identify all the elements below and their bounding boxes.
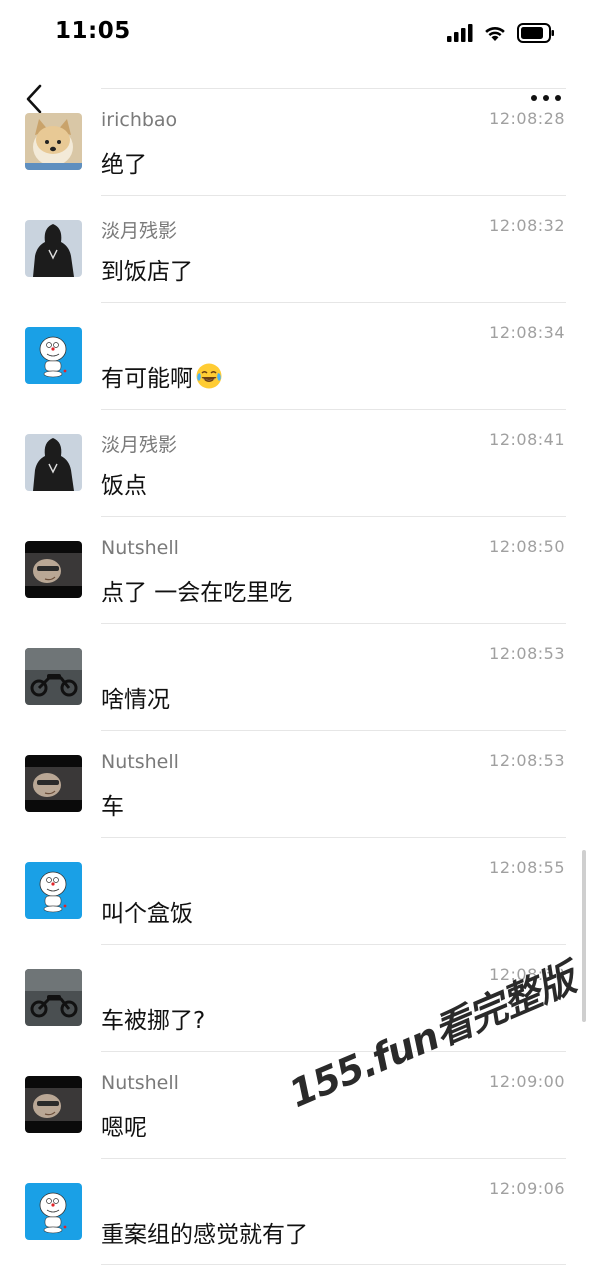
message-text: 重案组的感觉就有了 [101, 1222, 308, 1248]
divider [101, 1158, 566, 1159]
message-text: 啥情况 [101, 687, 170, 713]
message-time: 12:09:00 [489, 1072, 565, 1091]
laughing-tears-emoji-icon [195, 362, 223, 396]
message-text: 嗯呢 [101, 1115, 147, 1141]
avatar-doraemon[interactable] [25, 327, 82, 384]
message-time: 12:08:34 [489, 323, 565, 342]
avatar-shiba-dog[interactable] [25, 113, 82, 170]
message-time: 12:09:06 [489, 1179, 565, 1198]
avatar-motorcycle[interactable] [25, 969, 82, 1026]
sender-name: 淡月残影 [101, 220, 178, 242]
avatar-doraemon[interactable] [25, 862, 82, 919]
divider [101, 837, 566, 838]
message-time: 12:08:53 [489, 644, 565, 663]
divider [101, 730, 566, 731]
message-row[interactable]: 12:08:34 有可能啊 [0, 302, 591, 409]
divider [101, 1264, 566, 1265]
message-text: 车被挪了? [101, 1008, 206, 1034]
message-text: 饭点 [101, 473, 147, 499]
message-content: 有可能啊 [101, 359, 223, 396]
message-row[interactable]: Nutshell 12:08:53 车 [0, 730, 591, 837]
status-bar: 11:05 [0, 0, 591, 66]
avatar-face-dark[interactable] [25, 1076, 82, 1133]
message-text: 车 [101, 794, 124, 820]
message-time: 12:08:32 [489, 216, 565, 235]
message-time: 12:08:53 [489, 751, 565, 770]
message-row[interactable]: irichbao 12:08:28 绝了 [0, 88, 591, 195]
sender-name: Nutshell [101, 537, 179, 559]
message-time: 12:08:55 [489, 858, 565, 877]
message-text: 有可能啊 [101, 366, 193, 392]
scrollbar[interactable] [582, 850, 586, 1022]
message-text: 绝了 [101, 152, 147, 178]
message-time: 12:08:41 [489, 430, 565, 449]
sender-name: irichbao [101, 109, 178, 131]
divider [101, 409, 566, 410]
message-row[interactable]: 12:08:55 叫个盒饭 [0, 837, 591, 944]
message-row[interactable]: Nutshell 12:08:50 点了 一会在吃里吃 [0, 516, 591, 623]
avatar-face-dark[interactable] [25, 755, 82, 812]
status-time: 11:05 [55, 18, 131, 44]
message-time: 12:08:28 [489, 109, 565, 128]
message-row[interactable]: 12:08:53 啥情况 [0, 623, 591, 730]
avatar-face-dark[interactable] [25, 541, 82, 598]
message-row[interactable]: 12:09:06 重案组的感觉就有了 [0, 1158, 591, 1265]
divider [101, 195, 566, 196]
divider [101, 88, 566, 89]
status-icons [447, 22, 555, 44]
avatar-doraemon[interactable] [25, 1183, 82, 1240]
avatar-hooded-figure[interactable] [25, 220, 82, 277]
battery-icon [517, 23, 554, 43]
sender-name: Nutshell [101, 751, 179, 773]
sender-name: Nutshell [101, 1072, 179, 1094]
message-row[interactable]: 淡月残影 12:08:32 到饭店了 [0, 195, 591, 302]
message-text: 到饭店了 [101, 259, 193, 285]
message-time: 12:08:50 [489, 537, 565, 556]
sender-name: 淡月残影 [101, 434, 178, 456]
message-text: 点了 一会在吃里吃 [101, 580, 293, 606]
divider [101, 516, 566, 517]
cellular-signal-icon [447, 24, 473, 42]
avatar-motorcycle[interactable] [25, 648, 82, 705]
message-text: 叫个盒饭 [101, 901, 193, 927]
divider [101, 944, 566, 945]
wifi-icon [485, 26, 505, 41]
divider [101, 623, 566, 624]
avatar-hooded-figure[interactable] [25, 434, 82, 491]
divider [101, 302, 566, 303]
message-row[interactable]: 淡月残影 12:08:41 饭点 [0, 409, 591, 516]
